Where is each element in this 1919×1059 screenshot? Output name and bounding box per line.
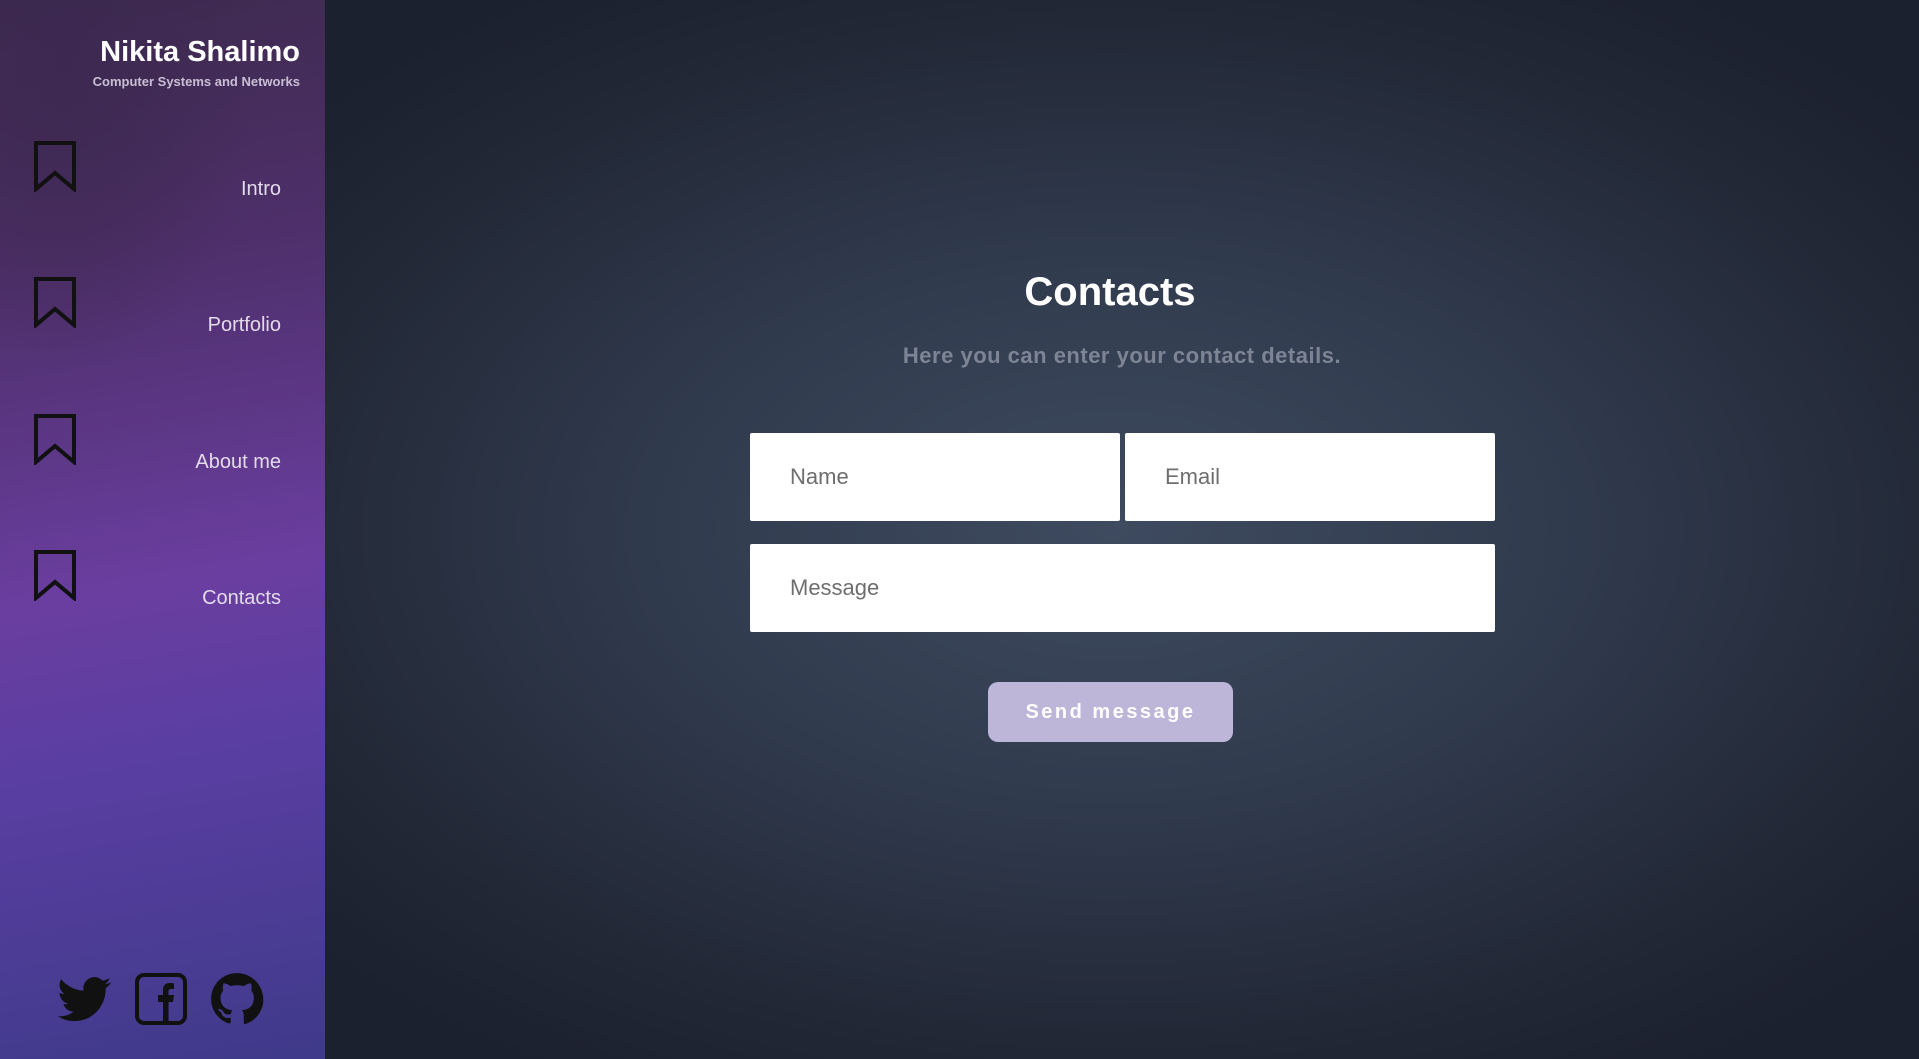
- bookmark-icon: [33, 140, 77, 197]
- brand-subtitle: Computer Systems and Networks: [92, 74, 300, 89]
- nav-label-portfolio: Portfolio: [207, 314, 281, 336]
- bookmark-icon: [33, 276, 77, 333]
- brand: Nikita Shalimo Computer Systems and Netw…: [93, 34, 300, 89]
- nav-item-contacts[interactable]: Contacts: [0, 549, 325, 659]
- nav-item-intro[interactable]: Intro: [0, 140, 325, 250]
- email-field[interactable]: [1125, 433, 1495, 521]
- nav-item-portfolio[interactable]: Portfolio: [0, 276, 325, 386]
- message-field[interactable]: [750, 544, 1495, 632]
- page-title: Contacts: [1024, 270, 1196, 314]
- github-icon[interactable]: [210, 972, 264, 1026]
- page-subtitle: Here you can enter your contact details.: [902, 343, 1342, 368]
- bookmark-icon: [33, 549, 77, 606]
- social-links: [57, 972, 264, 1026]
- send-message-button[interactable]: Send message: [988, 682, 1233, 742]
- facebook-icon[interactable]: [134, 972, 188, 1026]
- sidebar: Nikita Shalimo Computer Systems and Netw…: [0, 0, 325, 1059]
- twitter-icon[interactable]: [57, 972, 112, 1026]
- bookmark-icon: [33, 413, 77, 470]
- nav-label-contacts: Contacts: [202, 587, 281, 609]
- brand-name: Nikita Shalimo: [100, 36, 300, 68]
- name-field[interactable]: [750, 433, 1120, 521]
- page: Nikita Shalimo Computer Systems and Netw…: [0, 0, 1919, 1059]
- nav-label-intro: Intro: [240, 178, 281, 200]
- nav-item-about[interactable]: About me: [0, 413, 325, 523]
- nav-label-about: About me: [195, 451, 281, 473]
